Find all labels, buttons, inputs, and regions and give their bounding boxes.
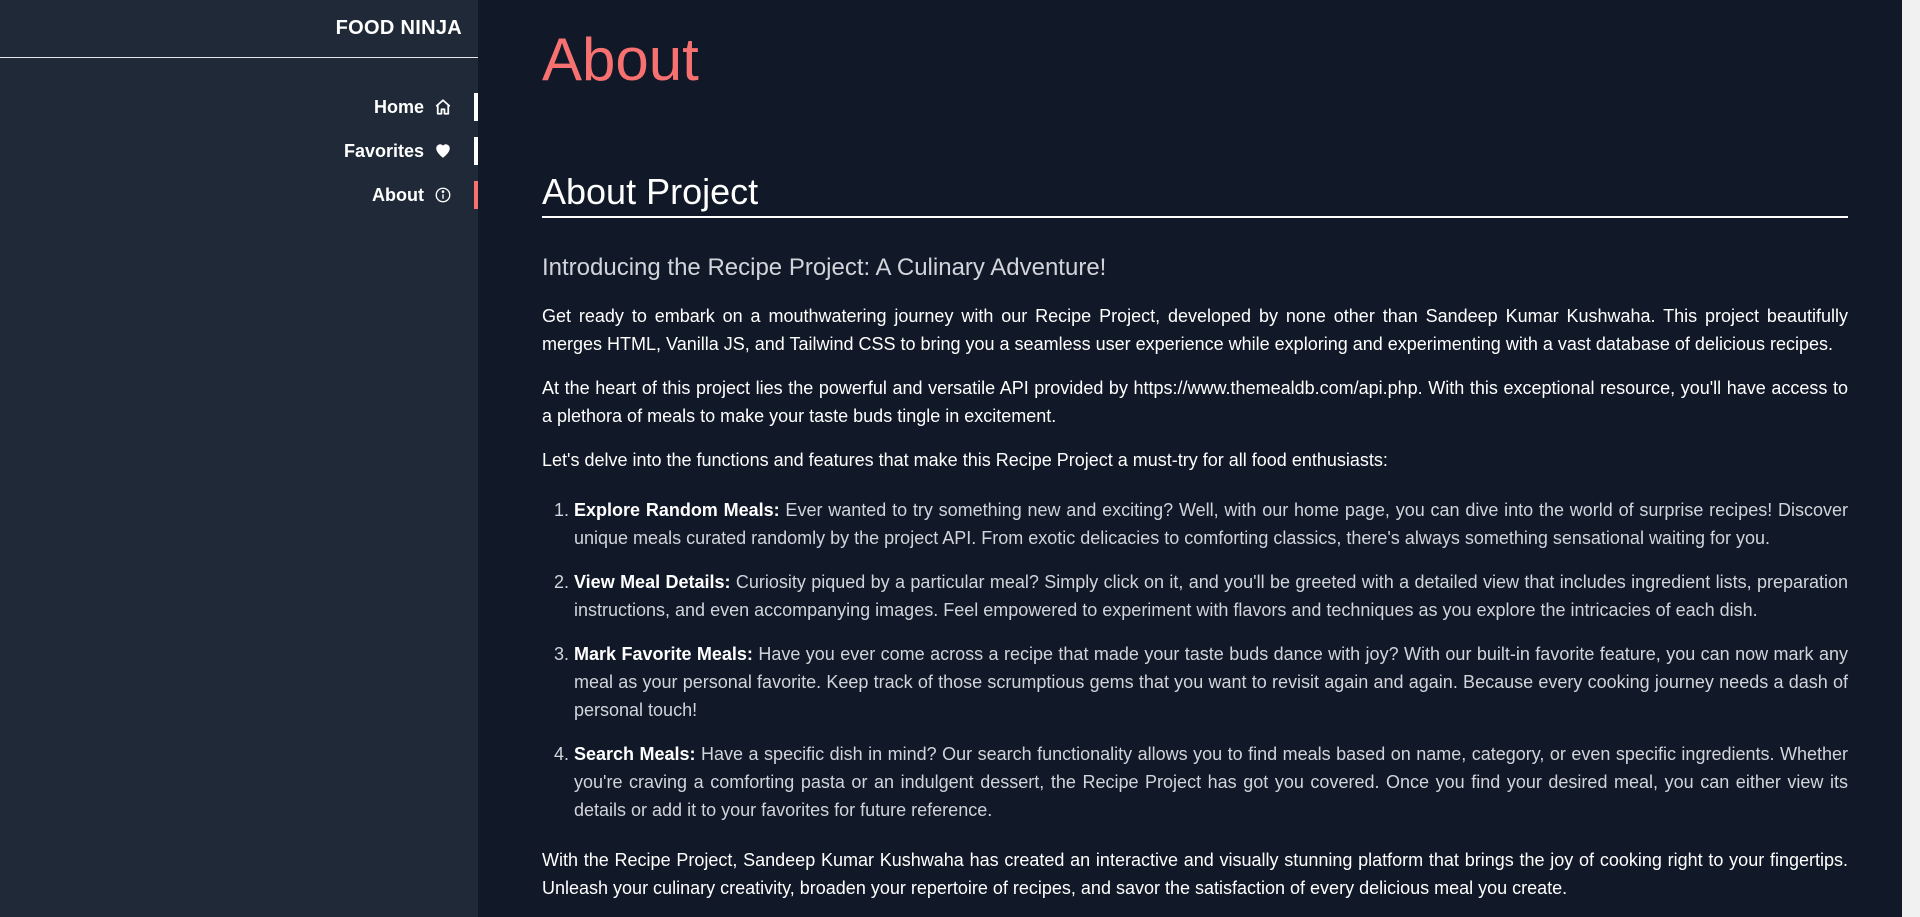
feature-term: Explore Random Meals: xyxy=(574,500,780,520)
subtitle: Introducing the Recipe Project: A Culina… xyxy=(542,254,1107,281)
feature-item: Search Meals: Have a specific dish in mi… xyxy=(574,740,1848,824)
feature-item: Explore Random Meals: Ever wanted to try… xyxy=(574,496,1848,552)
feature-term: Mark Favorite Meals: xyxy=(574,644,753,664)
heart-icon xyxy=(434,142,452,160)
feature-item: View Meal Details: Curiosity piqued by a… xyxy=(574,568,1848,624)
feature-list: Explore Random Meals: Ever wanted to try… xyxy=(542,496,1848,824)
sidebar-nav: Home Favorites About xyxy=(0,93,478,209)
sidebar-item-favorites[interactable]: Favorites xyxy=(0,137,478,165)
paragraph: Get ready to embark on a mouthwatering j… xyxy=(542,306,1848,354)
scrollbar[interactable] xyxy=(1902,0,1920,917)
app: FOOD NINJA Home Favorites About About Ab… xyxy=(0,0,1920,917)
feature-text: Have a specific dish in mind? Our search… xyxy=(574,744,1849,820)
section-title: About Project xyxy=(542,170,1848,218)
info-icon xyxy=(434,186,452,204)
home-icon xyxy=(434,98,452,116)
sidebar-item-label: About xyxy=(372,184,424,205)
sidebar-item-about[interactable]: About xyxy=(0,181,478,209)
sidebar-item-label: Home xyxy=(373,96,424,117)
feature-text: Curiosity piqued by a particular meal? S… xyxy=(574,572,1849,620)
sidebar: FOOD NINJA Home Favorites About xyxy=(0,0,478,917)
paragraph: Let's delve into the functions and featu… xyxy=(542,450,1388,470)
page-title: About xyxy=(542,26,699,93)
feature-text: Have you ever come across a recipe that … xyxy=(574,644,1848,720)
main-content: About About Project Introducing the Reci… xyxy=(478,0,1920,917)
feature-item: Mark Favorite Meals: Have you ever come … xyxy=(574,640,1848,724)
brand-logo[interactable]: FOOD NINJA xyxy=(0,0,478,58)
sidebar-item-home[interactable]: Home xyxy=(0,93,478,121)
sidebar-item-label: Favorites xyxy=(343,140,424,161)
feature-term: View Meal Details: xyxy=(574,572,731,592)
feature-term: Search Meals: xyxy=(574,744,696,764)
paragraph: At the heart of this project lies the po… xyxy=(542,378,1848,426)
closing-paragraph: With the Recipe Project, Sandeep Kumar K… xyxy=(542,850,1848,898)
